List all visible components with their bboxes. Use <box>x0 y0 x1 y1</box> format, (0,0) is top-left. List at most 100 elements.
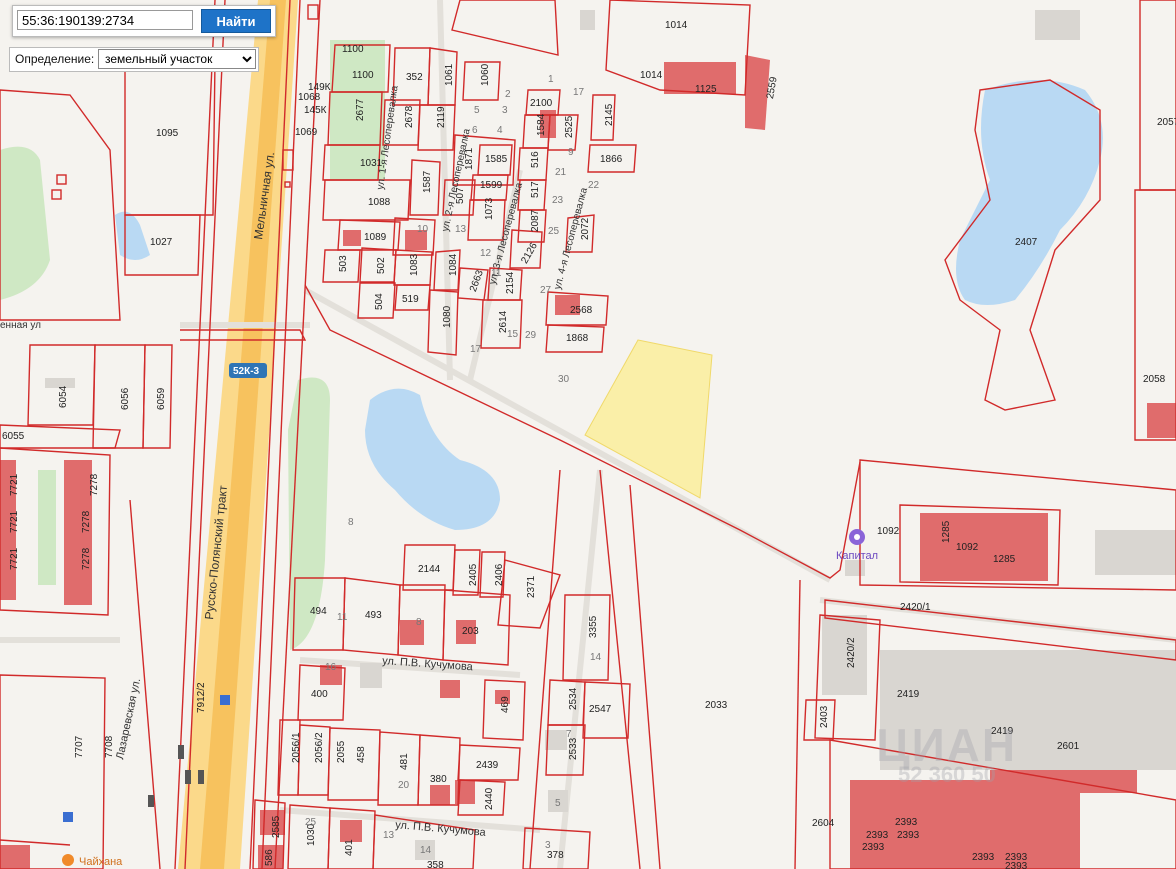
parcel-label: 6054 <box>58 385 69 408</box>
house-number: 23 <box>552 195 564 206</box>
house-number: 20 <box>398 780 410 791</box>
house-number: 12 <box>480 248 492 259</box>
house-number: 3 <box>545 840 551 851</box>
parcel-label: 6059 <box>156 387 167 410</box>
house-number: 15 <box>507 329 519 340</box>
parcel-label: 1092 <box>956 542 979 553</box>
parcel-label: 1027 <box>150 237 173 248</box>
parcel-label: 517 <box>530 181 541 198</box>
parcel-label: 7278 <box>81 510 92 533</box>
parcel-label: 1014 <box>665 20 688 31</box>
parcel-label: 145К <box>304 105 327 116</box>
park-area <box>38 470 56 585</box>
parcel-label: 1061 <box>444 63 455 86</box>
house-number: 6 <box>472 125 478 136</box>
parcel-label: 2393 <box>895 817 918 828</box>
parcel-label: 2371 <box>526 575 537 598</box>
parcel-label: 2100 <box>530 98 553 109</box>
house-number: 4 <box>497 125 503 136</box>
house-number: 17 <box>573 87 585 98</box>
parcel-label: 7278 <box>89 473 100 496</box>
watermark-phone: 52 360 50 <box>898 762 996 787</box>
parcel-label: 2420/1 <box>900 602 931 613</box>
parcel-label: 380 <box>430 774 447 785</box>
parcel-label: 2056/1 <box>291 732 302 763</box>
definition-panel: Определение: земельный участок <box>9 47 259 72</box>
search-button[interactable]: Найти <box>201 9 271 33</box>
parcel-label: 1866 <box>600 154 623 165</box>
parcel-label: 503 <box>338 255 349 272</box>
parcel-label: 2393 <box>866 830 889 841</box>
parcel-label: 2154 <box>505 271 516 294</box>
parcel-label: 2056/2 <box>314 732 325 763</box>
house-number: 25 <box>548 226 560 237</box>
parcel-label: 1083 <box>409 253 420 276</box>
parcel-label: 6055 <box>2 431 25 442</box>
house-number: 30 <box>558 374 570 385</box>
parcel-label: 1285 <box>941 520 952 543</box>
parcel-label: 458 <box>356 746 367 763</box>
house-number: 13 <box>383 830 395 841</box>
parcel-label: 1073 <box>484 197 495 220</box>
parcel-label: 7721 <box>9 547 20 570</box>
parcel-label: 1599 <box>480 180 503 191</box>
house-number: 9 <box>568 147 574 158</box>
parcel-label: 7721 <box>9 473 20 496</box>
street-label-edge: енная ул <box>0 320 41 331</box>
house-number: 13 <box>455 224 467 235</box>
parcel-label: 352 <box>406 72 423 83</box>
parcel-label: 504 <box>374 293 385 310</box>
restaurant-icon <box>62 854 74 866</box>
house-number: 21 <box>555 167 567 178</box>
parcel-label: 358 <box>427 860 444 869</box>
parcel-label: 1014 <box>640 70 663 81</box>
house-number: 14 <box>420 845 432 856</box>
parcel-label: 2534 <box>568 687 579 710</box>
house-number: 16 <box>325 662 337 673</box>
parcel-label: 2057 <box>1157 117 1176 128</box>
house-number: 7 <box>566 729 572 740</box>
road-badge: 52К-3 <box>229 363 267 378</box>
parcel-label: 1285 <box>993 554 1016 565</box>
parcel-label: 7912/2 <box>196 682 207 713</box>
parcel-label: 1060 <box>480 63 491 86</box>
parcel-label: 3355 <box>588 615 599 638</box>
poi-label-kapital: Капитал <box>836 550 878 562</box>
house-number: 1 <box>548 74 554 85</box>
parcel-label: 2033 <box>705 700 728 711</box>
parcel-label: 1587 <box>422 170 433 193</box>
parcel-label: 519 <box>402 294 419 305</box>
house-number: 3 <box>502 105 508 116</box>
road-badge-label: 52К-3 <box>233 366 260 377</box>
parcel-label: 1095 <box>156 128 179 139</box>
house-number: 2 <box>505 89 511 100</box>
parcel-label: 2419 <box>897 689 920 700</box>
parcel-label: 586 <box>264 849 275 866</box>
parcel-label: 1868 <box>566 333 589 344</box>
parcel-label: 2119 <box>436 106 447 128</box>
parcel-label: 2055 <box>336 740 347 763</box>
parcel-label: 1089 <box>364 232 387 243</box>
parcel-label: 2144 <box>418 564 441 575</box>
parcel-label: 2393 <box>897 830 920 841</box>
parcel-label: 1069 <box>295 127 318 138</box>
definition-select[interactable]: земельный участок <box>98 49 256 69</box>
parcel-label: 6056 <box>120 387 131 410</box>
parcel-label: 2525 <box>564 115 575 138</box>
parcel-label: 7278 <box>81 547 92 570</box>
parcel-label: 1088 <box>368 197 391 208</box>
cadastral-search-input[interactable] <box>17 10 193 30</box>
poi-label-chaihana: Чайхана <box>79 856 123 868</box>
parcel-label: 1100 <box>352 70 374 81</box>
parcel-label: 2568 <box>570 305 593 316</box>
parcel-label: 1100 <box>342 44 364 55</box>
parcel-label: 2677 <box>355 98 366 121</box>
parcel-label: 494 <box>310 606 327 617</box>
parcel-label: 1584 <box>536 113 547 136</box>
parcel-label: 516 <box>530 151 541 168</box>
search-panel: Найти <box>12 5 276 37</box>
parcel-label: 1585 <box>485 154 508 165</box>
definition-label: Определение: <box>15 52 95 66</box>
parcel-label: 2405 <box>468 563 479 586</box>
house-number: 8 <box>348 517 354 528</box>
